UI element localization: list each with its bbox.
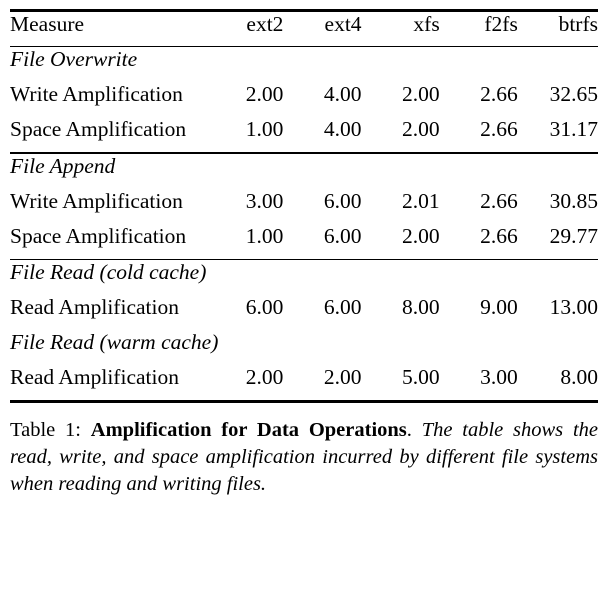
cell-f2fs: 2.66	[480, 223, 518, 248]
cell-xfs: 8.00	[401, 295, 440, 320]
column-header-ext2: ext2	[246, 12, 284, 36]
cell-xfs: 2.00	[401, 82, 440, 107]
cell-xfs: 2.00	[402, 223, 440, 248]
cell-ext4: 6.00	[323, 295, 362, 320]
table-row: Space Amplification 1.00 6.00 2.00 2.66 …	[10, 224, 598, 259]
column-header-measure: Measure	[10, 12, 85, 36]
section-label-file-overwrite: File Overwrite	[10, 47, 138, 72]
cell-f2fs: 9.00	[480, 295, 518, 320]
table-header-row: Measure ext2 ext4 xfs f2fs btrfs	[10, 12, 598, 46]
section-file-overwrite: File Overwrite Write Amplification 2.00 …	[10, 47, 598, 152]
cell-btrfs: 31.17	[549, 117, 598, 142]
table-row: Read Amplification 2.00 2.00 5.00 3.00 8…	[10, 365, 598, 400]
section-label-row: File Read (warm cache)	[10, 330, 598, 365]
caption-separator: .	[406, 419, 412, 442]
cell-btrfs: 32.65	[549, 82, 598, 107]
cell-btrfs: 13.00	[549, 295, 598, 320]
section-label-row: File Overwrite	[10, 47, 598, 82]
table-row: Read Amplification 6.00 6.00 8.00 9.00 1…	[10, 295, 598, 330]
section-label-row: File Read (cold cache)	[10, 260, 598, 295]
cell-btrfs: 8.00	[560, 365, 598, 390]
table-bottom-rule	[10, 400, 598, 404]
amplification-table: Measure ext2 ext4 xfs f2fs btrfs	[10, 12, 598, 46]
section-label-file-append: File Append	[10, 153, 116, 178]
cell-ext4: 6.00	[323, 223, 362, 248]
table-row: Write Amplification 2.00 4.00 2.00 2.66 …	[10, 82, 598, 117]
caption-lead: Table 1:	[10, 419, 81, 442]
column-header-ext4: ext4	[324, 12, 362, 36]
section-file-read: File Read (cold cache) Read Amplificatio…	[10, 260, 598, 400]
row-measure: Write Amplification	[10, 82, 183, 107]
cell-f2fs: 3.00	[480, 365, 518, 390]
row-measure: Read Amplification	[10, 365, 179, 390]
cell-f2fs: 2.66	[480, 188, 518, 213]
table-row: Write Amplification 3.00 6.00 2.01 2.66 …	[10, 189, 598, 224]
cell-ext4: 4.00	[323, 82, 362, 107]
section-file-append: File Append Write Amplification 3.00 6.0…	[10, 154, 598, 259]
section-label-file-read-cold: File Read (cold cache)	[10, 260, 207, 285]
cell-ext2: 3.00	[245, 188, 284, 213]
column-header-f2fs: f2fs	[484, 12, 518, 36]
cell-ext2: 1.00	[245, 117, 284, 142]
table-caption: Table 1: Amplification for Data Operatio…	[10, 417, 598, 498]
section-label-file-read-warm: File Read (warm cache)	[10, 330, 219, 355]
cell-ext4: 6.00	[323, 188, 362, 213]
column-header-btrfs: btrfs	[558, 12, 598, 36]
row-measure: Space Amplification	[10, 223, 187, 248]
cell-xfs: 2.01	[402, 188, 440, 213]
cell-f2fs: 2.66	[480, 82, 518, 107]
table-figure: Measure ext2 ext4 xfs f2fs btrfs File Ov…	[0, 9, 608, 606]
cell-btrfs: 29.77	[549, 223, 598, 248]
row-measure: Write Amplification	[10, 188, 183, 213]
cell-ext2: 1.00	[245, 223, 284, 248]
cell-f2fs: 2.66	[480, 117, 518, 142]
cell-ext4: 4.00	[323, 117, 362, 142]
cell-xfs: 5.00	[401, 365, 440, 390]
caption-title: Amplification for Data Operations	[90, 419, 407, 442]
row-measure: Space Amplification	[10, 117, 187, 142]
cell-ext2: 2.00	[245, 365, 284, 390]
section-label-row: File Append	[10, 154, 598, 189]
cell-ext2: 2.00	[245, 82, 284, 107]
column-header-xfs: xfs	[413, 12, 440, 36]
cell-btrfs: 30.85	[549, 188, 598, 213]
cell-ext4: 2.00	[323, 365, 362, 390]
row-measure: Read Amplification	[10, 295, 179, 320]
cell-ext2: 6.00	[245, 295, 284, 320]
table-row: Space Amplification 1.00 4.00 2.00 2.66 …	[10, 117, 598, 152]
cell-xfs: 2.00	[401, 117, 440, 142]
